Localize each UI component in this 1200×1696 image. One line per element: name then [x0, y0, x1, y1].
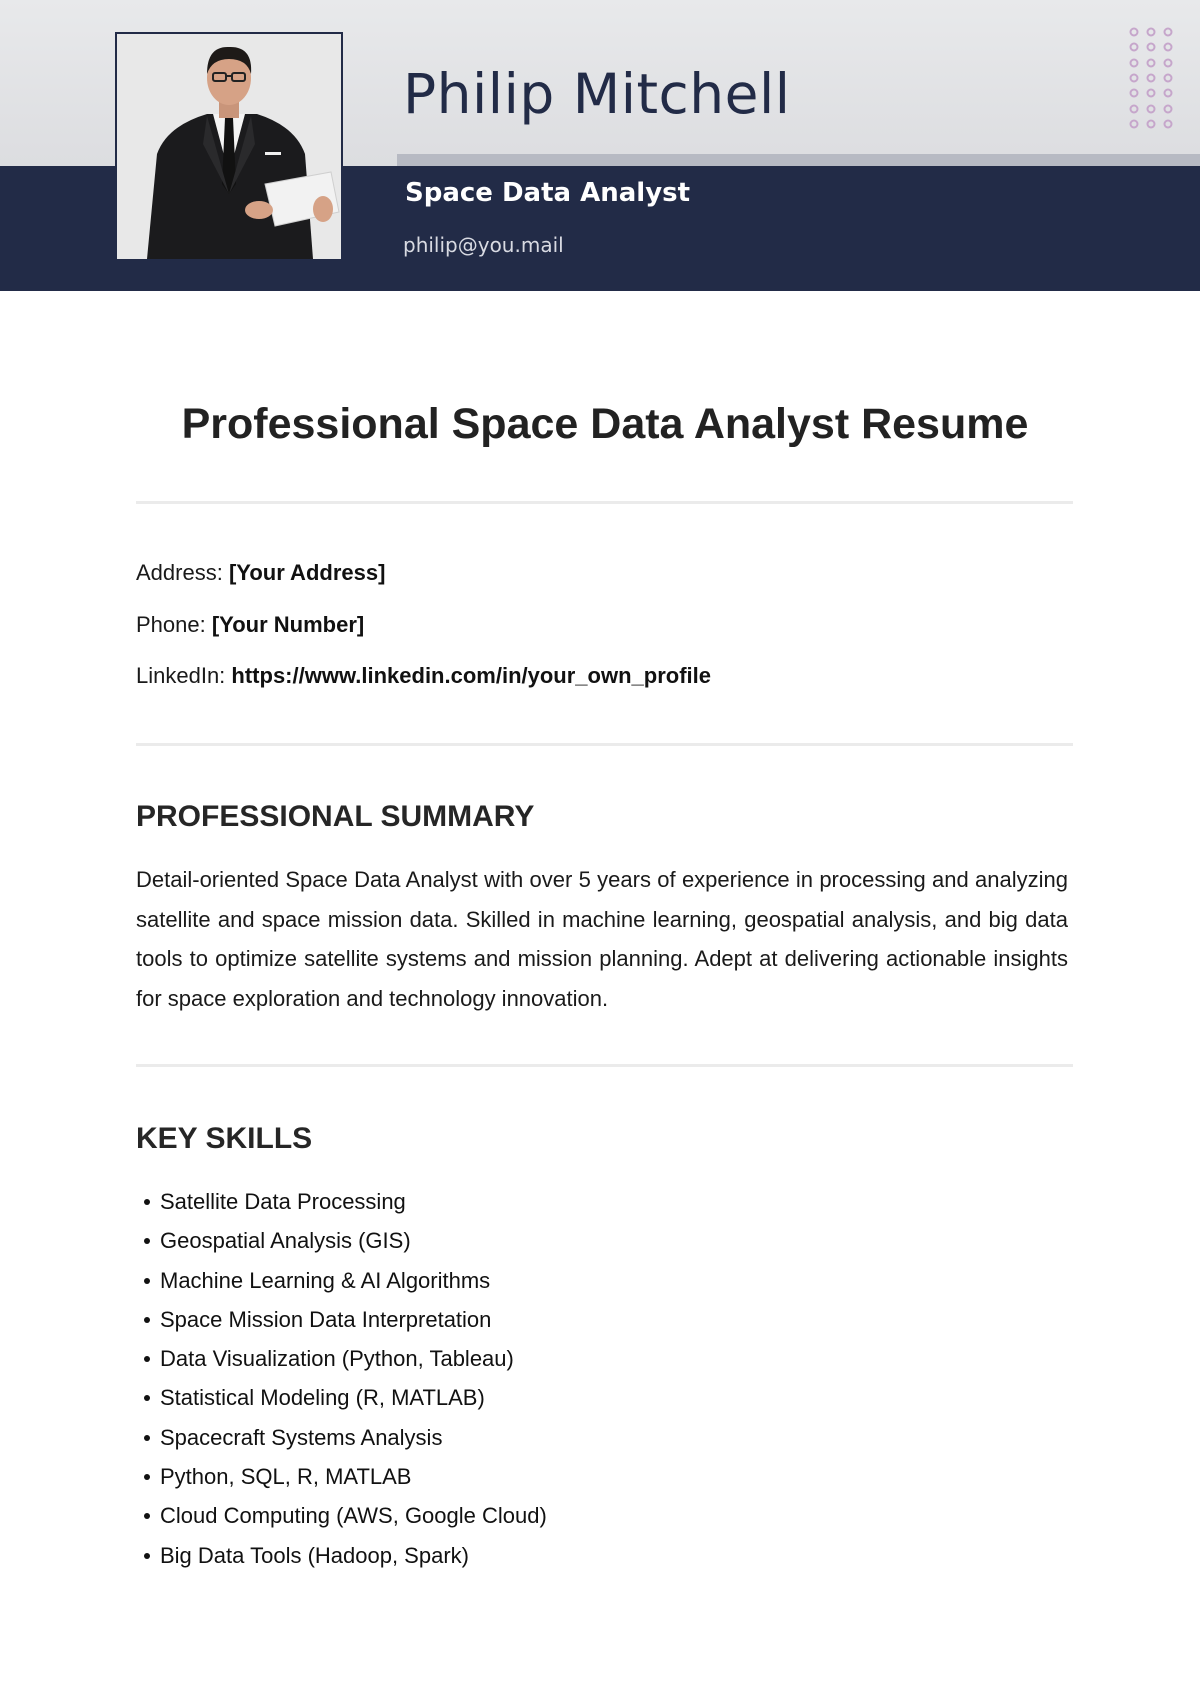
bullet-icon	[144, 1316, 150, 1323]
skill-label: Space Mission Data Interpretation	[160, 1306, 492, 1332]
bullet-icon	[144, 1277, 150, 1284]
skill-item: Python, SQL, R, MATLAB	[136, 1457, 547, 1496]
contact-address: Address: [Your Address]	[136, 560, 385, 586]
bullet-icon	[144, 1513, 150, 1520]
phone-label: Phone:	[136, 612, 206, 637]
bullet-icon	[144, 1395, 150, 1402]
skill-label: Spacecraft Systems Analysis	[160, 1424, 443, 1450]
skills-list: Satellite Data Processing Geospatial Ana…	[136, 1182, 547, 1575]
header-accent-stripe	[397, 154, 1200, 166]
profile-photo	[115, 32, 343, 261]
skill-label: Machine Learning & AI Algorithms	[160, 1267, 491, 1293]
skill-item: Spacecraft Systems Analysis	[136, 1418, 547, 1457]
skill-item: Machine Learning & AI Algorithms	[136, 1261, 547, 1300]
divider	[136, 1064, 1073, 1067]
skill-label: Cloud Computing (AWS, Google Cloud)	[160, 1503, 547, 1529]
resume-header: Philip Mitchell Space Data Analyst phili…	[0, 0, 1200, 291]
document-title: Professional Space Data Analyst Resume	[181, 400, 1029, 448]
candidate-name: Philip Mitchell	[403, 62, 791, 126]
dot-grid-icon	[1129, 27, 1173, 129]
skill-item: Satellite Data Processing	[136, 1182, 547, 1221]
skill-label: Geospatial Analysis (GIS)	[160, 1228, 411, 1254]
bullet-icon	[144, 1434, 150, 1441]
skills-heading: KEY SKILLS	[136, 1122, 313, 1155]
email-address[interactable]: philip@you.mail	[403, 233, 564, 257]
summary-text: Detail-oriented Space Data Analyst with …	[136, 867, 1068, 1011]
skill-label: Data Visualization (Python, Tableau)	[160, 1346, 514, 1372]
skill-item: Statistical Modeling (R, MATLAB)	[136, 1378, 547, 1417]
summary-heading: PROFESSIONAL SUMMARY	[136, 800, 535, 833]
linkedin-link[interactable]: https://www.linkedin.com/in/your_own_pro…	[231, 663, 711, 688]
skill-item: Data Visualization (Python, Tableau)	[136, 1339, 547, 1378]
contact-phone: Phone: [Your Number]	[136, 612, 364, 638]
skill-item: Cloud Computing (AWS, Google Cloud)	[136, 1496, 547, 1535]
contact-linkedin: LinkedIn: https://www.linkedin.com/in/yo…	[136, 663, 711, 689]
bullet-icon	[144, 1474, 150, 1481]
job-title: Space Data Analyst	[405, 178, 691, 208]
profile-photo-icon	[117, 34, 341, 259]
skill-label: Big Data Tools (Hadoop, Spark)	[160, 1542, 469, 1568]
skill-item: Geospatial Analysis (GIS)	[136, 1221, 547, 1260]
phone-value: [Your Number]	[211, 612, 365, 637]
bullet-icon	[144, 1552, 150, 1559]
linkedin-label: LinkedIn:	[136, 663, 226, 688]
skill-label: Satellite Data Processing	[160, 1189, 406, 1214]
divider	[136, 743, 1073, 746]
address-value: [Your Address]	[228, 560, 386, 585]
bullet-icon	[144, 1199, 150, 1205]
skill-label: Python, SQL, R, MATLAB	[160, 1464, 412, 1490]
bullet-icon	[144, 1356, 150, 1363]
divider	[136, 501, 1073, 504]
skill-label: Statistical Modeling (R, MATLAB)	[160, 1385, 485, 1411]
bullet-icon	[144, 1238, 150, 1245]
skill-item: Big Data Tools (Hadoop, Spark)	[136, 1536, 547, 1575]
skill-item: Space Mission Data Interpretation	[136, 1300, 547, 1339]
address-label: Address:	[136, 560, 223, 585]
